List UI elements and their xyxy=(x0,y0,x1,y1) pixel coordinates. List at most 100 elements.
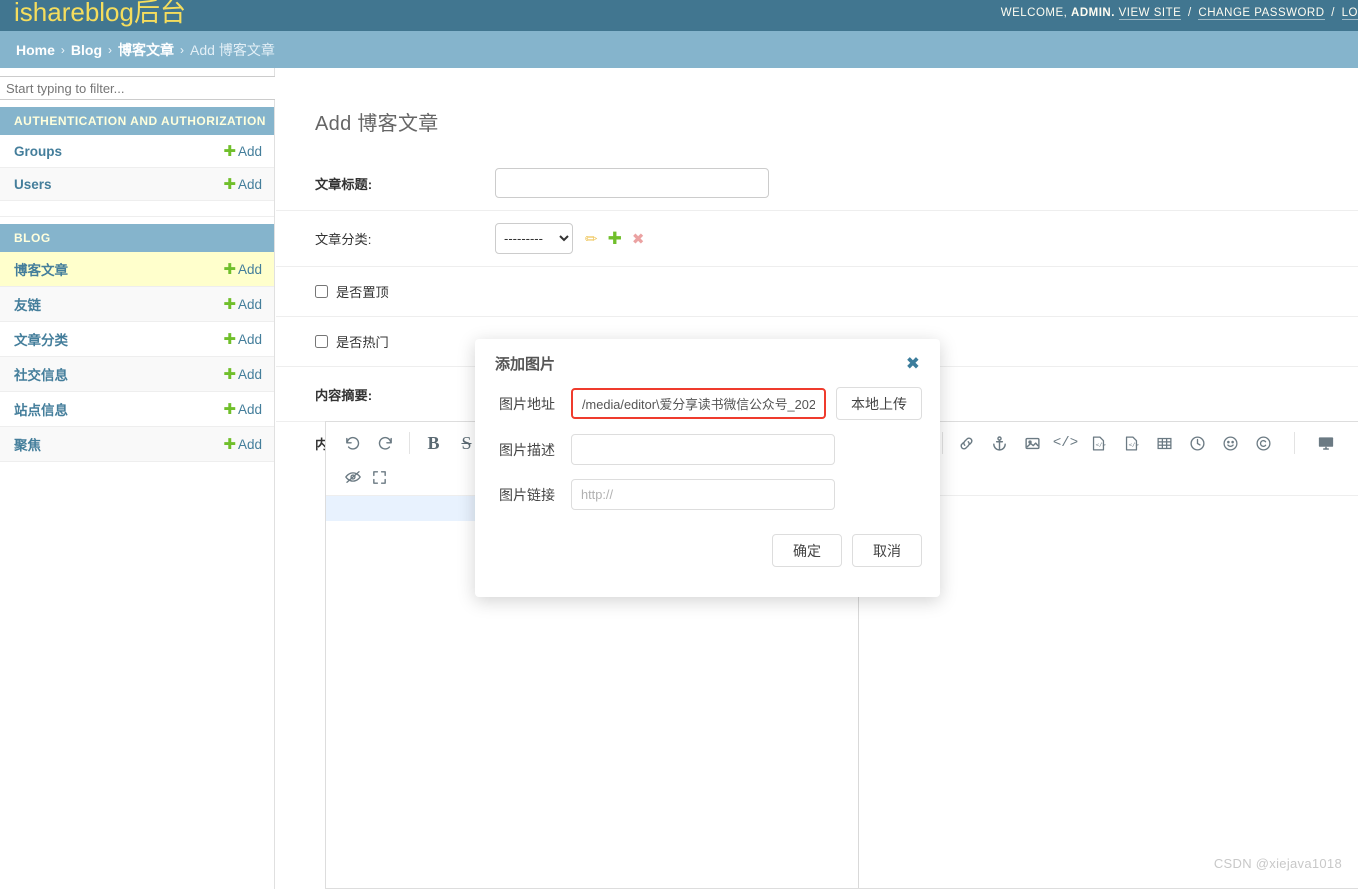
sidebar-item-focus[interactable]: 聚焦 ✚ Add xyxy=(0,427,274,462)
image-icon[interactable] xyxy=(1016,426,1049,460)
sidebar-add-label: Add xyxy=(237,367,262,382)
label-image-url: 图片地址 xyxy=(499,395,555,412)
local-upload-button[interactable]: 本地上传 xyxy=(836,387,922,420)
sidebar-item-label[interactable]: 文章分类 xyxy=(14,329,68,349)
breadcrumb-app[interactable]: Blog xyxy=(71,42,102,58)
label-title: 文章标题: xyxy=(315,176,373,192)
fullscreen-icon[interactable] xyxy=(369,460,389,494)
plus-icon: ✚ xyxy=(223,401,236,418)
title-input[interactable] xyxy=(495,168,769,199)
breadcrumb-current: Add 博客文章 xyxy=(190,41,275,58)
change-password-link[interactable]: CHANGE PASSWORD xyxy=(1198,6,1325,20)
sidebar-add-link-blogarticle[interactable]: ✚ Add xyxy=(223,260,262,278)
breadcrumb-home[interactable]: Home xyxy=(16,42,55,58)
sidebar-filter-input[interactable] xyxy=(0,76,275,100)
svg-text:</>: </> xyxy=(1096,442,1107,448)
sidebar-item-groups[interactable]: Groups ✚ Add xyxy=(0,135,274,168)
emoji-icon[interactable] xyxy=(1214,426,1247,460)
form-row-is-top: 是否置顶 xyxy=(276,267,1358,318)
table-icon[interactable] xyxy=(1148,426,1181,460)
bold-icon[interactable]: B xyxy=(417,426,450,460)
confirm-button[interactable]: 确定 xyxy=(772,534,842,567)
copyright-icon[interactable] xyxy=(1247,426,1280,460)
dialog-row-image-alt: 图片描述 xyxy=(475,434,940,465)
page-title: Add 博客文章 xyxy=(315,113,439,136)
image-link-input[interactable] xyxy=(571,479,835,510)
sidebar-item-friendlink[interactable]: 友链 ✚ Add xyxy=(0,287,274,322)
username-label: ADMIN. xyxy=(1071,6,1115,19)
user-tools-separator-1: / xyxy=(1188,6,1192,19)
sidebar-add-label: Add xyxy=(237,297,262,312)
sidebar-item-social[interactable]: 社交信息 ✚ Add xyxy=(0,357,274,392)
dialog-row-image-url: 图片地址 本地上传 xyxy=(475,387,940,420)
sidebar-add-label: Add xyxy=(237,177,262,192)
sidebar-module-caption[interactable]: BLOG xyxy=(0,224,274,252)
dialog-title: 添加图片 xyxy=(495,355,556,373)
dialog-footer: 确定 取消 xyxy=(475,524,940,567)
sidebar-item-label[interactable]: Users xyxy=(14,177,52,192)
breadcrumb-separator: › xyxy=(180,42,185,57)
link-icon[interactable] xyxy=(950,426,983,460)
sidebar-item-users[interactable]: Users ✚ Add xyxy=(0,168,274,201)
sidebar-add-link-focus[interactable]: ✚ Add xyxy=(223,435,262,453)
cross-icon[interactable]: ✖ xyxy=(632,230,645,248)
sidebar-add-link-category[interactable]: ✚ Add xyxy=(223,330,262,348)
datetime-icon[interactable] xyxy=(1181,426,1214,460)
image-alt-input[interactable] xyxy=(571,434,835,465)
sidebar-item-label[interactable]: Groups xyxy=(14,144,62,159)
sidebar-add-label: Add xyxy=(237,262,262,277)
site-branding[interactable]: ishareblog后台 xyxy=(14,0,186,28)
pencil-icon[interactable]: ✏ xyxy=(585,230,598,248)
is-hot-checkbox[interactable] xyxy=(315,335,328,349)
undo-icon[interactable] xyxy=(336,426,369,460)
plus-icon: ✚ xyxy=(223,143,236,160)
watermark: CSDN @xiejava1018 xyxy=(1213,856,1342,871)
anchor-icon[interactable] xyxy=(983,426,1016,460)
checkbox-is-hot-wrapper[interactable]: 是否热门 xyxy=(276,332,389,351)
sidebar-item-label[interactable]: 友链 xyxy=(14,294,41,314)
sidebar-item-category[interactable]: 文章分类 ✚ Add xyxy=(0,322,274,357)
plus-icon[interactable]: ✚ xyxy=(608,229,622,249)
cancel-button[interactable]: 取消 xyxy=(852,534,922,567)
sidebar-module-caption[interactable]: AUTHENTICATION AND AUTHORIZATION xyxy=(0,107,274,135)
close-icon[interactable]: ✖ xyxy=(906,355,920,372)
site-header: ishareblog后台 WELCOME, ADMIN. VIEW SITE /… xyxy=(0,0,1358,31)
code-block-icon[interactable]: </> xyxy=(1082,426,1115,460)
sidebar-item-label[interactable]: 站点信息 xyxy=(14,399,68,419)
admin-page: ishareblog后台 WELCOME, ADMIN. VIEW SITE /… xyxy=(0,0,1358,889)
plus-icon: ✚ xyxy=(223,176,236,193)
sidebar-add-link-social[interactable]: ✚ Add xyxy=(223,365,262,383)
sidebar-module-auth: AUTHENTICATION AND AUTHORIZATION Groups … xyxy=(0,107,274,217)
sidebar-item-blogarticle[interactable]: 博客文章 ✚ Add xyxy=(0,252,274,287)
logout-link[interactable]: LO xyxy=(1341,6,1358,20)
label-image-alt: 图片描述 xyxy=(499,441,555,458)
sidebar-add-link-users[interactable]: ✚ Add xyxy=(223,175,262,193)
checkbox-is-top-wrapper[interactable]: 是否置顶 xyxy=(276,282,389,301)
sidebar-add-link-siteinfo[interactable]: ✚ Add xyxy=(223,400,262,418)
sidebar-item-siteinfo[interactable]: 站点信息 ✚ Add xyxy=(0,392,274,427)
breadcrumb-model[interactable]: 博客文章 xyxy=(118,40,174,60)
form-row-title: 文章标题: xyxy=(276,156,1358,212)
category-select[interactable]: --------- xyxy=(495,223,573,255)
plus-icon: ✚ xyxy=(223,436,236,453)
view-site-link[interactable]: VIEW SITE xyxy=(1118,6,1182,20)
redo-icon[interactable] xyxy=(369,426,402,460)
sidebar-module-blog: BLOG 博客文章 ✚ Add 友链 ✚ Add 文章分类 ✚ Add 社交信息… xyxy=(0,224,274,462)
is-top-checkbox[interactable] xyxy=(315,285,328,299)
sidebar-add-link-groups[interactable]: ✚ Add xyxy=(223,142,262,160)
hide-preview-icon[interactable] xyxy=(336,460,369,494)
preformatted-code-icon[interactable]: </> xyxy=(1115,426,1148,460)
label-is-hot: 是否热门 xyxy=(336,335,389,351)
code-inline-icon[interactable]: </> xyxy=(1049,426,1082,460)
label-image-link: 图片链接 xyxy=(499,486,555,503)
label-category: 文章分类: xyxy=(315,232,372,248)
sidebar-item-label[interactable]: 聚焦 xyxy=(14,434,41,454)
image-url-input[interactable] xyxy=(571,388,826,419)
sidebar-item-label[interactable]: 社交信息 xyxy=(14,364,68,384)
sidebar-add-link-friendlink[interactable]: ✚ Add xyxy=(223,295,262,313)
sidebar-item-label[interactable]: 博客文章 xyxy=(14,259,68,279)
sidebar-add-label: Add xyxy=(237,332,262,347)
sidebar-add-label: Add xyxy=(237,144,262,159)
breadcrumb-separator: › xyxy=(108,42,113,57)
watch-preview-icon[interactable] xyxy=(1309,426,1342,460)
